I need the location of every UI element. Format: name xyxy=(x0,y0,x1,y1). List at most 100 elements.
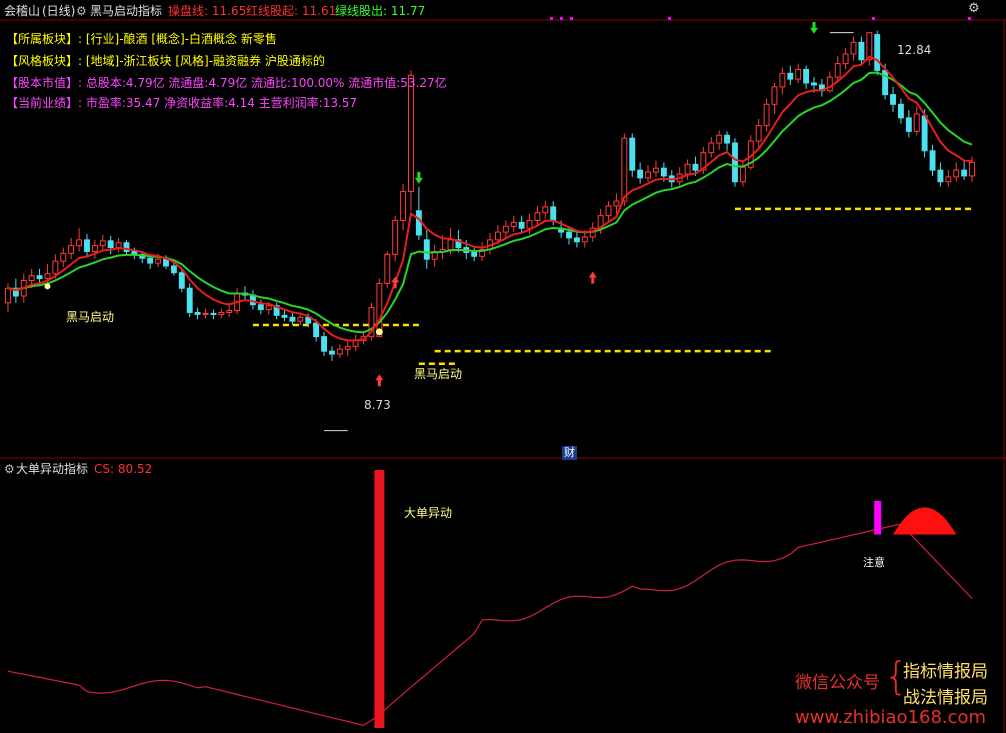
candle-body xyxy=(384,253,391,284)
readout-value: 11.61 xyxy=(301,4,337,18)
watermark-right-1: 指标情报局 xyxy=(903,662,988,682)
candle-body xyxy=(550,206,557,221)
candle-body xyxy=(265,305,272,311)
info-value: 总股本:4.79亿 流通盘:4.79亿 流通比:100.00% 流通市值:53.… xyxy=(85,76,447,90)
candle-body xyxy=(716,134,723,144)
candle-body xyxy=(581,236,588,243)
candle-body xyxy=(44,273,51,280)
indicator-name: 黑马启动指标 xyxy=(90,4,163,18)
candle-body xyxy=(629,137,636,171)
readout-caopan: 操盘线: 11.65 xyxy=(168,4,246,18)
info-line-style: 【风格板块】: [地域]-浙江板块 [风格]-融资融券 沪股通标的 xyxy=(6,54,325,68)
info-value: [地域]-浙江板块 [风格]-融资融券 沪股通标的 xyxy=(85,54,325,68)
candle-body xyxy=(905,117,912,132)
top-marker-dot xyxy=(550,17,553,20)
info-value: 市盈率:35.47 净资收益率:4.14 主营利润率:13.57 xyxy=(85,96,358,110)
candle-body xyxy=(84,239,90,252)
top-marker-dot xyxy=(968,17,971,20)
candle-body xyxy=(621,137,628,202)
candle-body xyxy=(937,169,944,183)
cai-badge[interactable]: 财 xyxy=(562,446,577,460)
candle-body xyxy=(637,169,644,179)
candle-body xyxy=(76,239,83,247)
candle-body xyxy=(107,240,114,249)
candle-body xyxy=(281,314,288,318)
candle-body xyxy=(779,72,786,88)
candle-body xyxy=(613,200,620,207)
candle-body xyxy=(708,142,715,154)
candle-body xyxy=(329,350,335,355)
candle-body xyxy=(147,257,154,264)
candle-body xyxy=(321,336,327,352)
gear-icon[interactable]: ⚙ xyxy=(4,462,15,476)
candle-body xyxy=(542,206,549,214)
sell-arrow xyxy=(414,171,423,184)
info-label: 【当前业绩】: xyxy=(6,96,86,110)
notice-hump xyxy=(893,507,957,535)
candle-body xyxy=(178,272,185,289)
candle-body xyxy=(226,310,233,313)
candle-body xyxy=(724,134,731,144)
signal-label: 黑马启动 xyxy=(66,310,115,324)
candle-body xyxy=(803,68,810,84)
candle-body xyxy=(5,287,11,304)
candle-body xyxy=(850,41,857,55)
top-marker-dot xyxy=(872,17,875,20)
cs-line xyxy=(7,523,973,727)
candle-body xyxy=(170,265,177,274)
candle-body xyxy=(502,225,509,233)
gear-icon[interactable]: ⚙ xyxy=(968,2,980,16)
cs-value: 80.52 xyxy=(117,462,153,476)
candle-body xyxy=(186,287,193,313)
top-marker-dot xyxy=(570,17,573,20)
candle-body xyxy=(400,190,407,221)
candle-body xyxy=(684,163,691,175)
stock-name: 会稽山 xyxy=(4,4,41,18)
candle-body xyxy=(447,239,454,251)
candle-body xyxy=(60,252,67,262)
candle-body xyxy=(423,239,430,260)
buy-arrow xyxy=(375,374,384,387)
candle-body xyxy=(297,316,304,322)
gear-icon[interactable]: ⚙ xyxy=(76,4,87,18)
candle-body xyxy=(289,316,296,322)
candle-body xyxy=(210,312,217,315)
candle-body xyxy=(874,34,881,71)
candle-body xyxy=(155,258,162,264)
candle-body xyxy=(534,212,541,221)
candle-body xyxy=(897,103,904,119)
candle-body xyxy=(961,169,968,177)
candle-body xyxy=(194,311,201,315)
candle-body xyxy=(392,219,399,255)
sell-arrow xyxy=(810,21,818,34)
candle-body xyxy=(573,237,580,243)
ma-green-line xyxy=(7,71,973,334)
candle-body xyxy=(494,231,501,241)
candle-body xyxy=(510,221,517,227)
candle-body xyxy=(91,245,98,252)
candle-body xyxy=(890,94,896,105)
candle-body xyxy=(257,304,264,311)
period-label[interactable]: (日线) xyxy=(42,4,75,18)
info-line-capital: 【股本市值】: 总股本:4.79亿 流通盘:4.79亿 流通比:100.00% … xyxy=(6,76,447,90)
buy-arrow xyxy=(588,271,597,284)
top-marker-dot xyxy=(560,17,563,20)
readout-red: 红线股起: 11.61 xyxy=(246,4,336,18)
candle-body xyxy=(969,161,975,177)
candle-body xyxy=(771,86,778,105)
candle-body xyxy=(834,63,841,78)
readout-label: 操盘线: xyxy=(168,4,212,18)
candle-body xyxy=(755,125,762,142)
candle-body xyxy=(313,322,320,338)
watermark-wechat: 微信公众号 xyxy=(795,673,880,693)
spike-bar xyxy=(374,470,385,728)
candle-body xyxy=(795,68,802,80)
cs-label: CS: xyxy=(94,462,118,476)
info-label: 【所属板块】: xyxy=(6,32,86,46)
candle-body xyxy=(787,72,794,80)
candle-body xyxy=(921,115,928,152)
candle-body xyxy=(732,142,738,183)
readout-label: 红线股起: xyxy=(246,4,302,18)
candle-body xyxy=(945,176,952,183)
candle-body xyxy=(660,167,667,177)
